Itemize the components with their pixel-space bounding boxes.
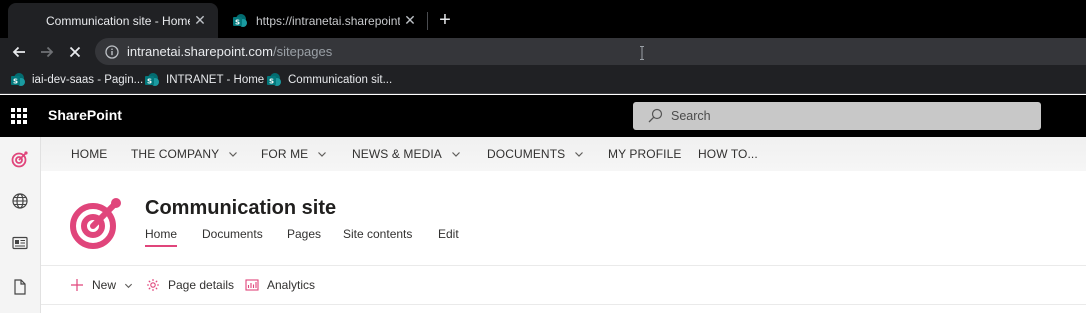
close-icon[interactable]: ✕ bbox=[190, 11, 210, 31]
svg-text:S: S bbox=[13, 78, 18, 86]
new-button[interactable]: New bbox=[70, 278, 133, 292]
site-nav-edit[interactable]: Edit bbox=[438, 227, 459, 241]
tab-title: https://intranetai.sharepoint.com bbox=[256, 13, 400, 28]
stop-loading-button[interactable] bbox=[63, 40, 87, 64]
page-details-label: Page details bbox=[168, 278, 235, 292]
news-icon[interactable] bbox=[11, 234, 29, 252]
site-header: Communication site Home Documents Pages … bbox=[41, 171, 1086, 266]
site-logo[interactable] bbox=[68, 193, 126, 251]
hub-nav-label: HOW TO... bbox=[698, 147, 758, 161]
forward-button[interactable] bbox=[35, 40, 59, 64]
hub-nav-label: MY PROFILE bbox=[608, 147, 682, 161]
command-bar: New Page details Analytics bbox=[41, 266, 1086, 305]
bookmark-label: INTRANET - Home bbox=[166, 74, 265, 86]
gear-icon bbox=[147, 279, 159, 291]
chevron-down-icon bbox=[318, 152, 327, 157]
hub-nav-item-the-company[interactable]: THE COMPANY bbox=[131, 147, 238, 161]
hub-nav-item-my-profile[interactable]: MY PROFILE bbox=[608, 147, 681, 161]
tab-favicon bbox=[22, 13, 38, 29]
site-nav-home[interactable]: Home bbox=[145, 227, 178, 247]
bookmark-item[interactable]: S iai-dev-saas - Pagin... bbox=[10, 71, 143, 89]
chevron-down-icon bbox=[124, 283, 133, 288]
chevron-down-icon bbox=[575, 152, 584, 157]
new-tab-button[interactable]: + bbox=[434, 9, 456, 31]
bookmarks-bar: S iai-dev-saas - Pagin... S INTRANET - H… bbox=[0, 66, 1086, 94]
back-arrow-icon bbox=[12, 46, 25, 58]
hub-nav-item-documents[interactable]: DOCUMENTS bbox=[487, 147, 584, 161]
analytics-icon bbox=[245, 279, 259, 291]
sharepoint-favicon-icon: S bbox=[145, 73, 159, 86]
url-host: intranetai.sharepoint.com bbox=[127, 44, 273, 59]
url-path: /sitepages bbox=[272, 44, 333, 59]
analytics-button[interactable]: Analytics bbox=[245, 278, 315, 292]
screen: Communication site - Home ✕ S https://in… bbox=[0, 0, 1086, 313]
hub-nav-label: THE COMPANY bbox=[131, 147, 220, 161]
search-input[interactable] bbox=[671, 109, 971, 123]
hub-nav-item-news-media[interactable]: NEWS & MEDIA bbox=[352, 147, 461, 161]
hub-nav-item-home[interactable]: HOME bbox=[71, 147, 107, 161]
browser-tab-strip: Communication site - Home ✕ S https://in… bbox=[0, 0, 1086, 38]
hub-nav-label: HOME bbox=[71, 147, 108, 161]
document-icon[interactable] bbox=[11, 278, 29, 296]
sharepoint-favicon-icon: S bbox=[11, 73, 25, 86]
hub-navigation: HOME THE COMPANY FOR ME NEWS & MEDIA DOC… bbox=[41, 137, 1086, 171]
svg-text:S: S bbox=[269, 78, 274, 86]
bookmark-item[interactable]: S Communication sit... bbox=[266, 71, 392, 89]
info-icon[interactable] bbox=[105, 44, 119, 59]
svg-text:S: S bbox=[235, 18, 240, 26]
chevron-down-icon bbox=[229, 152, 238, 157]
close-icon bbox=[69, 46, 81, 58]
app-name[interactable]: SharePoint bbox=[48, 107, 122, 123]
url-text: intranetai.sharepoint.com/sitepages bbox=[127, 44, 332, 59]
hub-nav-label: NEWS & MEDIA bbox=[352, 147, 442, 161]
browser-tab-active[interactable]: Communication site - Home ✕ bbox=[8, 3, 218, 38]
tab-divider bbox=[427, 12, 428, 30]
address-bar[interactable]: intranetai.sharepoint.com/sitepages bbox=[95, 38, 1086, 65]
tab-title: Communication site - Home bbox=[46, 13, 190, 28]
sharepoint-favicon-icon: S bbox=[233, 13, 247, 27]
site-nav-documents[interactable]: Documents bbox=[202, 227, 263, 241]
hub-nav-item-for-me[interactable]: FOR ME bbox=[261, 147, 327, 161]
svg-text:S: S bbox=[147, 78, 152, 86]
globe-icon[interactable] bbox=[11, 192, 29, 210]
hub-nav-label: DOCUMENTS bbox=[487, 147, 566, 161]
text-cursor-icon bbox=[640, 46, 644, 60]
site-target-icon[interactable] bbox=[11, 150, 29, 168]
site-nav-site-contents[interactable]: Site contents bbox=[343, 227, 412, 241]
close-icon[interactable]: ✕ bbox=[400, 11, 420, 31]
browser-tab[interactable]: S https://intranetai.sharepoint.com ✕ bbox=[218, 3, 428, 38]
page-details-button[interactable]: Page details bbox=[146, 278, 234, 292]
browser-toolbar: intranetai.sharepoint.com/sitepages bbox=[0, 38, 1086, 66]
app-bar bbox=[0, 137, 41, 313]
search-box[interactable] bbox=[633, 102, 1041, 130]
hub-nav-item-how-to[interactable]: HOW TO... bbox=[698, 147, 758, 161]
suite-bar: SharePoint bbox=[0, 95, 1086, 137]
sharepoint-favicon-icon: S bbox=[267, 73, 281, 86]
chevron-down-icon bbox=[451, 152, 460, 157]
search-icon bbox=[648, 108, 663, 123]
bookmark-label: Communication sit... bbox=[288, 74, 393, 86]
site-nav-pages[interactable]: Pages bbox=[287, 227, 321, 241]
back-button[interactable] bbox=[7, 40, 31, 64]
bookmark-item[interactable]: S INTRANET - Home bbox=[144, 71, 264, 89]
new-label: New bbox=[92, 278, 117, 292]
plus-icon bbox=[71, 279, 83, 291]
bookmark-label: iai-dev-saas - Pagin... bbox=[32, 74, 144, 86]
app-launcher-icon[interactable] bbox=[11, 108, 27, 124]
forward-arrow-icon bbox=[41, 46, 54, 58]
analytics-label: Analytics bbox=[267, 278, 316, 292]
site-title[interactable]: Communication site bbox=[145, 197, 336, 220]
hub-nav-label: FOR ME bbox=[261, 147, 309, 161]
